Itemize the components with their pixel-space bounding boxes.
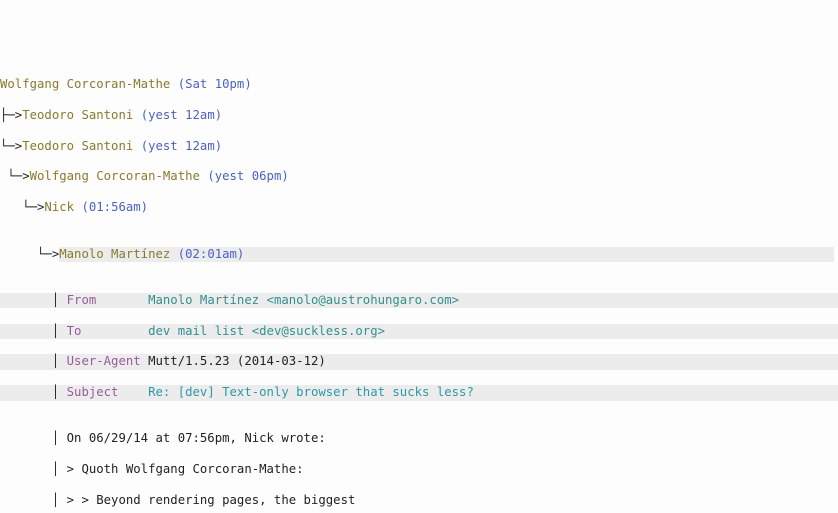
sender-name: Wolfgang Corcoran-Mathe	[30, 169, 200, 183]
sender-name: Teodoro Santoni	[22, 139, 133, 153]
header-subject: │ Subject Re: [dev] Text-only browser th…	[0, 385, 838, 400]
msg-time: (Sat 10pm)	[178, 77, 252, 91]
msg-time: (yest 12am)	[141, 108, 222, 122]
header-user-agent: │ User-Agent Mutt/1.5.23 (2014-03-12)	[0, 354, 838, 369]
header-from: │ From Manolo Martínez <manolo@austrohun…	[0, 293, 838, 308]
body-line: │ > Quoth Wolfgang Corcoran-Mathe:	[0, 462, 838, 477]
tree-prefix: └─>	[0, 200, 44, 214]
sender-name: Nick	[44, 200, 74, 214]
msg-time: (yest 12am)	[141, 139, 222, 153]
thread-row[interactable]: ├─>Teodoro Santoni (yest 12am)	[0, 108, 838, 123]
tree-prefix: ├─>	[0, 108, 22, 122]
msg-time: (02:01am)	[178, 247, 245, 261]
thread-row[interactable]: └─>Teodoro Santoni (yest 12am)	[0, 139, 838, 154]
body-line: │ On 06/29/14 at 07:56pm, Nick wrote:	[0, 431, 838, 446]
msg-time: (01:56am)	[81, 200, 148, 214]
thread-row[interactable]: └─>Nick (01:56am)	[0, 200, 838, 215]
tree-prefix: └─>	[0, 247, 59, 261]
thread-row-selected[interactable]: └─>Manolo Martínez (02:01am)	[0, 247, 838, 262]
tree-prefix: └─>	[0, 139, 22, 153]
sender-name: Manolo Martínez	[59, 247, 170, 261]
sender-name: Teodoro Santoni	[22, 108, 133, 122]
thread-row[interactable]: Wolfgang Corcoran-Mathe (Sat 10pm)	[0, 77, 838, 92]
msg-time: (yest 06pm)	[207, 169, 288, 183]
body-line: │ > > Beyond rendering pages, the bigges…	[0, 493, 838, 508]
thread-row[interactable]: └─>Wolfgang Corcoran-Mathe (yest 06pm)	[0, 169, 838, 184]
header-to: │ To dev mail list <dev@suckless.org>	[0, 324, 838, 339]
sender-name: Wolfgang Corcoran-Mathe	[0, 77, 170, 91]
tree-prefix: └─>	[0, 169, 30, 183]
